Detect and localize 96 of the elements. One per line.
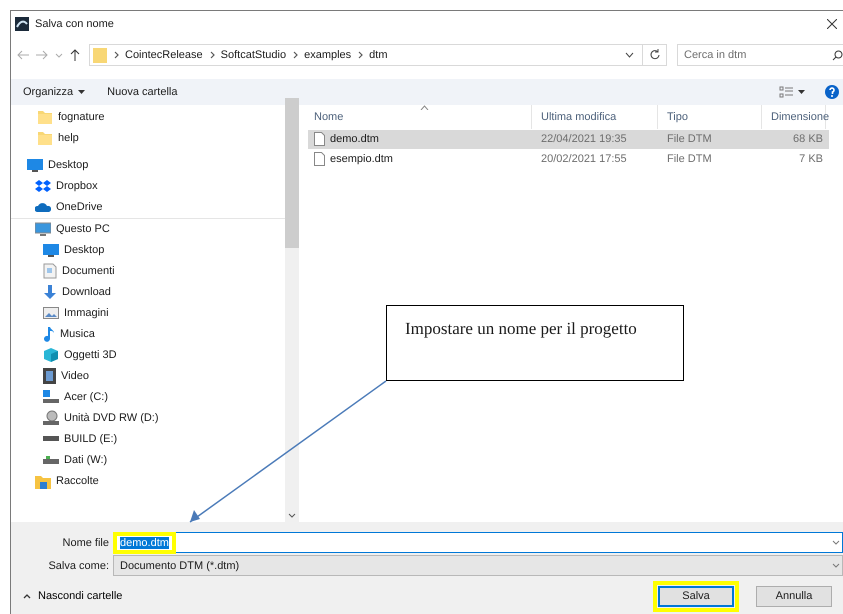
- new-folder-button[interactable]: Nuova cartella: [107, 86, 178, 98]
- hide-folders-button[interactable]: Nascondi cartelle: [11, 589, 128, 603]
- caret-icon: [832, 540, 840, 545]
- breadcrumb[interactable]: CointecRelease: [125, 48, 203, 61]
- caret-icon: [832, 563, 840, 568]
- dialog-button[interactable]: Salva: [658, 586, 734, 606]
- up-button[interactable]: [69, 48, 81, 61]
- caret-icon: [625, 52, 634, 58]
- view-button[interactable]: [779, 86, 805, 98]
- sidebar-item[interactable]: BUILD (E:): [11, 428, 285, 450]
- details-view-icon: [779, 86, 793, 98]
- file-type: File DTM: [666, 133, 713, 146]
- document-icon: [43, 263, 57, 280]
- sidebar-item[interactable]: help: [11, 128, 285, 149]
- sidebar-item[interactable]: OneDrive: [11, 196, 285, 218]
- help-icon: [825, 84, 839, 99]
- file-size: 68 KB: [792, 133, 824, 146]
- sidebar-item[interactable]: Oggetti 3D: [11, 344, 285, 366]
- sidebar-item[interactable]: Unità DVD RW (D:): [11, 408, 285, 429]
- up-icon: [69, 48, 81, 61]
- forward-icon: [36, 48, 49, 61]
- search-icon: [832, 50, 843, 61]
- close-icon: [827, 18, 837, 29]
- chevron-icon: [292, 50, 298, 59]
- file-row[interactable]: demo.dtm 22/04/2021 19:35 File DTM 68 KB: [308, 130, 829, 149]
- sidebar-item[interactable]: Musica: [11, 324, 285, 345]
- breadcrumb[interactable]: examples: [304, 48, 352, 61]
- address-bar[interactable]: CointecRelease SoftcatStudio examples dtm: [89, 44, 643, 66]
- sidebar-item[interactable]: Video: [11, 366, 285, 387]
- monitor-icon: [43, 243, 59, 258]
- organize-button[interactable]: Organizza: [23, 86, 86, 98]
- file-icon: [314, 152, 325, 166]
- close-button[interactable]: [827, 18, 837, 29]
- breadcrumb[interactable]: dtm: [369, 48, 388, 61]
- sidebar-item[interactable]: Acer (C:): [11, 386, 285, 408]
- breadcrumb[interactable]: SoftcatStudio: [220, 48, 286, 61]
- sidebar-item[interactable]: Documenti: [11, 260, 285, 282]
- film-icon: [43, 368, 56, 384]
- file-name: demo.dtm: [330, 133, 379, 146]
- back-icon: [17, 48, 30, 61]
- folder-icon: [37, 109, 53, 126]
- file-date: 22/04/2021 19:35: [540, 133, 628, 146]
- selected-text: demo.dtm: [120, 536, 169, 548]
- caret-icon: [798, 90, 805, 94]
- column-header[interactable]: Ultima modifica: [532, 104, 658, 129]
- refresh-button[interactable]: [643, 44, 667, 66]
- sidebar-item[interactable]: Desktop: [11, 154, 285, 176]
- cloud-icon: [35, 201, 51, 214]
- file-name-field[interactable]: demo.dtm: [113, 532, 843, 553]
- window-title: Salva con nome: [35, 18, 114, 30]
- sidebar-item[interactable]: Raccolte: [11, 470, 285, 492]
- computer-icon: [35, 222, 51, 237]
- music-note-icon: [43, 326, 55, 342]
- image-icon: [43, 307, 59, 320]
- chevron-icon: [113, 50, 119, 59]
- field-label: Salva come:: [47, 560, 110, 572]
- folder-icon: [93, 46, 107, 63]
- drive-icon: [43, 436, 59, 442]
- column-header[interactable]: Tipo: [658, 104, 762, 129]
- dropbox-icon: [35, 179, 51, 194]
- chevron-down-icon: [288, 512, 296, 518]
- folder-icon: [37, 130, 53, 146]
- sidebar-item[interactable]: Dati (W:): [11, 450, 285, 471]
- sidebar-item[interactable]: Dropbox: [11, 176, 285, 197]
- sidebar-item[interactable]: Desktop: [11, 240, 285, 261]
- chevron-icon: [208, 50, 215, 59]
- monitor-icon: [27, 158, 43, 172]
- cube-icon: [43, 347, 59, 364]
- caret-icon: [78, 90, 86, 94]
- library-icon: [35, 474, 51, 489]
- column-header[interactable]: Nome: [305, 104, 532, 129]
- disc-drive-icon: [43, 410, 59, 426]
- network-drive-icon: [43, 456, 59, 465]
- sidebar-item[interactable]: Immagini: [11, 302, 285, 324]
- sidebar-item[interactable]: fognature: [11, 106, 285, 128]
- sort-icon: [420, 104, 429, 110]
- dialog-button[interactable]: Annulla: [756, 586, 832, 606]
- file-row[interactable]: esempio.dtm 20/02/2021 17:55 File DTM 7 KB: [308, 150, 829, 169]
- file-icon: [314, 132, 325, 146]
- file-type: File DTM: [666, 153, 713, 166]
- field-label: Nome file: [62, 536, 110, 548]
- search-field[interactable]: Cerca in dtm: [677, 44, 843, 66]
- sidebar-item[interactable]: Download: [11, 282, 285, 303]
- callout-text: Impostare un nome per il progetto: [386, 305, 684, 381]
- app-icon: [15, 16, 29, 31]
- file-name: esempio.dtm: [330, 153, 393, 166]
- file-size: 7 KB: [798, 153, 824, 166]
- chevron-up-icon: [23, 594, 31, 598]
- drive-icon: [43, 390, 59, 404]
- download-icon: [43, 284, 57, 300]
- file-type-dropdown[interactable]: Documento DTM (*.dtm): [113, 555, 843, 576]
- refresh-icon: [649, 49, 660, 60]
- chevron-icon: [357, 50, 364, 59]
- file-date: 20/02/2021 17:55: [540, 153, 628, 166]
- help-button[interactable]: [825, 84, 839, 99]
- scrollbar-thumb[interactable]: [285, 98, 299, 248]
